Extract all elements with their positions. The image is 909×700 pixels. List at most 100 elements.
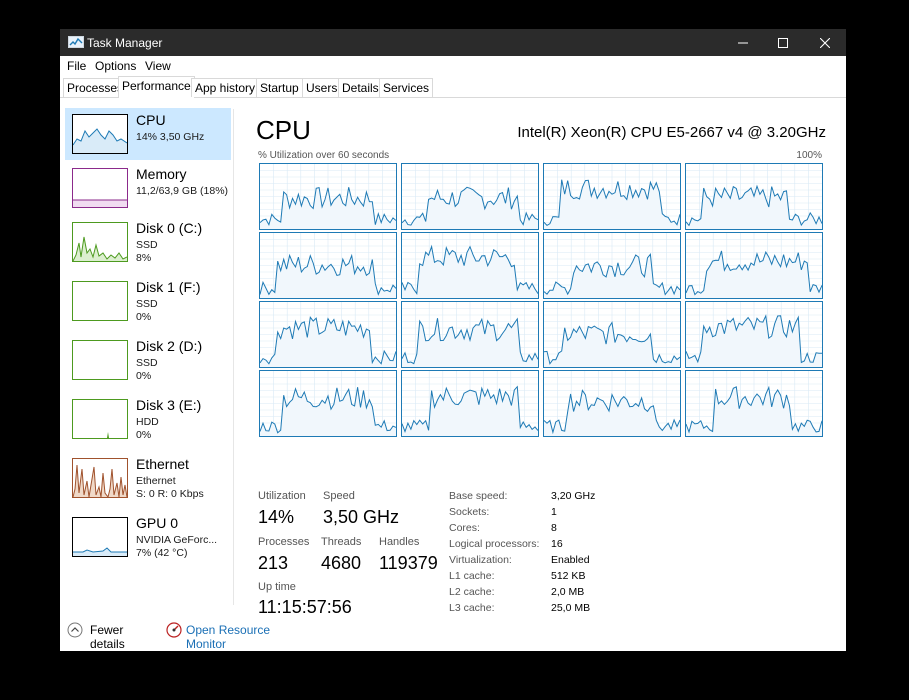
sidebar-item-type: SSD [136, 239, 158, 251]
cpu-core-graph-14 [543, 370, 681, 437]
close-button[interactable] [804, 29, 846, 56]
utilization-label: Utilization [258, 490, 306, 502]
tab-startup[interactable]: Startup [256, 78, 303, 97]
open-resource-monitor-label: Open Resource Monitor [186, 623, 271, 651]
menu-options[interactable]: Options [95, 59, 136, 73]
task-manager-window: Task Manager File Options View Processes… [60, 29, 846, 651]
sidebar-item-adapter: NVIDIA GeForc... [136, 534, 218, 546]
threads-value: 4680 [321, 553, 362, 573]
sidebar-item-gpu-0[interactable]: GPU 0 NVIDIA GeForc... 7% (42 °C) [65, 511, 231, 563]
virtualization-key: Virtualization: [449, 554, 512, 566]
cpu-core-graph-4 [259, 232, 397, 299]
cpu-model-name: Intel(R) Xeon(R) CPU E5-2667 v4 @ 3.20GH… [517, 124, 826, 141]
cpu-core-graph-15 [685, 370, 823, 437]
ethernet-thumbnail [72, 458, 128, 498]
sidebar-item-disk-3[interactable]: Disk 3 (E:) HDD 0% [65, 393, 231, 445]
sidebar-item-usage: 7% (42 °C) [136, 547, 188, 559]
sidebar-item-ethernet[interactable]: Ethernet Ethernet S: 0 R: 0 Kbps [65, 452, 231, 504]
chevron-up-icon [67, 622, 83, 638]
menu-view[interactable]: View [145, 59, 171, 73]
processes-value: 213 [258, 553, 289, 573]
sidebar-item-type: HDD [136, 416, 159, 428]
sidebar-item-subtitle: 14% 3,50 GHz [136, 131, 205, 143]
sidebar-item-title: CPU [136, 112, 166, 128]
tab-strip: Processes Performance App history Startu… [60, 75, 846, 98]
cpu-core-graph-10 [543, 301, 681, 368]
gpu-0-thumbnail [72, 517, 128, 557]
cpu-core-graph-3 [685, 163, 823, 230]
cores-key: Cores: [449, 522, 480, 534]
maximize-button[interactable] [762, 29, 804, 56]
cores-value: 8 [551, 522, 557, 534]
tab-performance[interactable]: Performance [118, 76, 195, 98]
sidebar-item-usage: 0% [136, 311, 152, 323]
open-resource-monitor-link[interactable]: Open Resource Monitor [166, 620, 306, 651]
disk-3-thumbnail [72, 399, 128, 439]
disk-0-thumbnail [72, 222, 128, 262]
resource-monitor-icon [166, 622, 182, 638]
tab-users[interactable]: Users [302, 78, 342, 97]
menu-file[interactable]: File [67, 59, 86, 73]
sockets-value: 1 [551, 506, 557, 518]
memory-thumbnail [72, 168, 128, 208]
sidebar-item-usage: 8% [136, 252, 152, 264]
sidebar-item-throughput: S: 0 R: 0 Kbps [136, 488, 204, 500]
virtualization-value: Enabled [551, 554, 590, 566]
sidebar-item-title: Disk 1 (F:) [136, 279, 201, 295]
sidebar-item-title: Disk 0 (C:) [136, 220, 203, 236]
sidebar-item-usage: 0% [136, 370, 152, 382]
handles-label: Handles [379, 536, 420, 548]
cpu-core-graph-1 [401, 163, 539, 230]
sidebar-item-disk-0[interactable]: Disk 0 (C:) SSD 8% [65, 216, 231, 268]
base-speed-value: 3,20 GHz [551, 490, 596, 502]
sidebar-item-title: Ethernet [136, 456, 189, 472]
graph-caption: % Utilization over 60 seconds [258, 150, 390, 161]
resource-sidebar: CPU 14% 3,50 GHz Memory 11,2/63,9 GB (18… [60, 97, 235, 607]
sidebar-divider [233, 109, 234, 605]
sidebar-item-subtitle: 11,2/63,9 GB (18%) [136, 185, 229, 197]
page-title: CPU [256, 115, 311, 145]
footer-bar: Fewer details Open Resource Monitor [60, 617, 846, 651]
sidebar-item-cpu[interactable]: CPU 14% 3,50 GHz [65, 108, 231, 160]
l2-cache-value: 2,0 MB [551, 586, 585, 598]
tab-details[interactable]: Details [338, 78, 383, 97]
minimize-button[interactable] [722, 29, 764, 56]
title-bar: Task Manager [60, 29, 846, 56]
tab-services[interactable]: Services [379, 78, 434, 97]
sidebar-item-type: SSD [136, 357, 158, 369]
task-manager-icon [68, 36, 84, 48]
window-title: Task Manager [87, 36, 163, 50]
uptime-value: 11:15:57:56 [258, 597, 352, 617]
cpu-thumbnail [72, 114, 128, 154]
cpu-core-graph-9 [401, 301, 539, 368]
fewer-details-button[interactable]: Fewer details [67, 620, 157, 651]
cpu-core-graph-13 [401, 370, 539, 437]
cpu-detail-panel: CPU Intel(R) Xeon(R) CPU E5-2667 v4 @ 3.… [256, 97, 826, 617]
cpu-core-graph-12 [259, 370, 397, 437]
processes-label: Processes [258, 536, 310, 548]
uptime-label: Up time [258, 581, 296, 593]
sidebar-item-disk-1[interactable]: Disk 1 (F:) SSD 0% [65, 275, 231, 327]
maximize-icon [778, 37, 788, 48]
speed-label: Speed [323, 490, 355, 502]
tab-app-history[interactable]: App history [191, 78, 260, 97]
handles-value: 119379 [379, 553, 438, 573]
sidebar-item-title: Memory [136, 166, 187, 182]
cpu-core-graph-7 [685, 232, 823, 299]
sockets-key: Sockets: [449, 506, 490, 518]
sidebar-item-title: Disk 2 (D:) [136, 338, 203, 354]
close-icon [820, 37, 830, 48]
fewer-details-label: Fewer details [90, 623, 125, 651]
sidebar-item-adapter: Ethernet [136, 475, 176, 487]
sidebar-item-memory[interactable]: Memory 11,2/63,9 GB (18%) [65, 162, 231, 214]
cpu-core-graph-6 [543, 232, 681, 299]
sidebar-item-disk-2[interactable]: Disk 2 (D:) SSD 0% [65, 334, 231, 386]
cpu-core-graph-11 [685, 301, 823, 368]
threads-label: Threads [321, 536, 362, 548]
cpu-core-graph-2 [543, 163, 681, 230]
sidebar-item-usage: 0% [136, 429, 152, 441]
minimize-icon [738, 42, 748, 43]
cpu-core-graph-8 [259, 301, 397, 368]
disk-1-thumbnail [72, 281, 128, 321]
menu-bar: File Options View [60, 56, 846, 75]
